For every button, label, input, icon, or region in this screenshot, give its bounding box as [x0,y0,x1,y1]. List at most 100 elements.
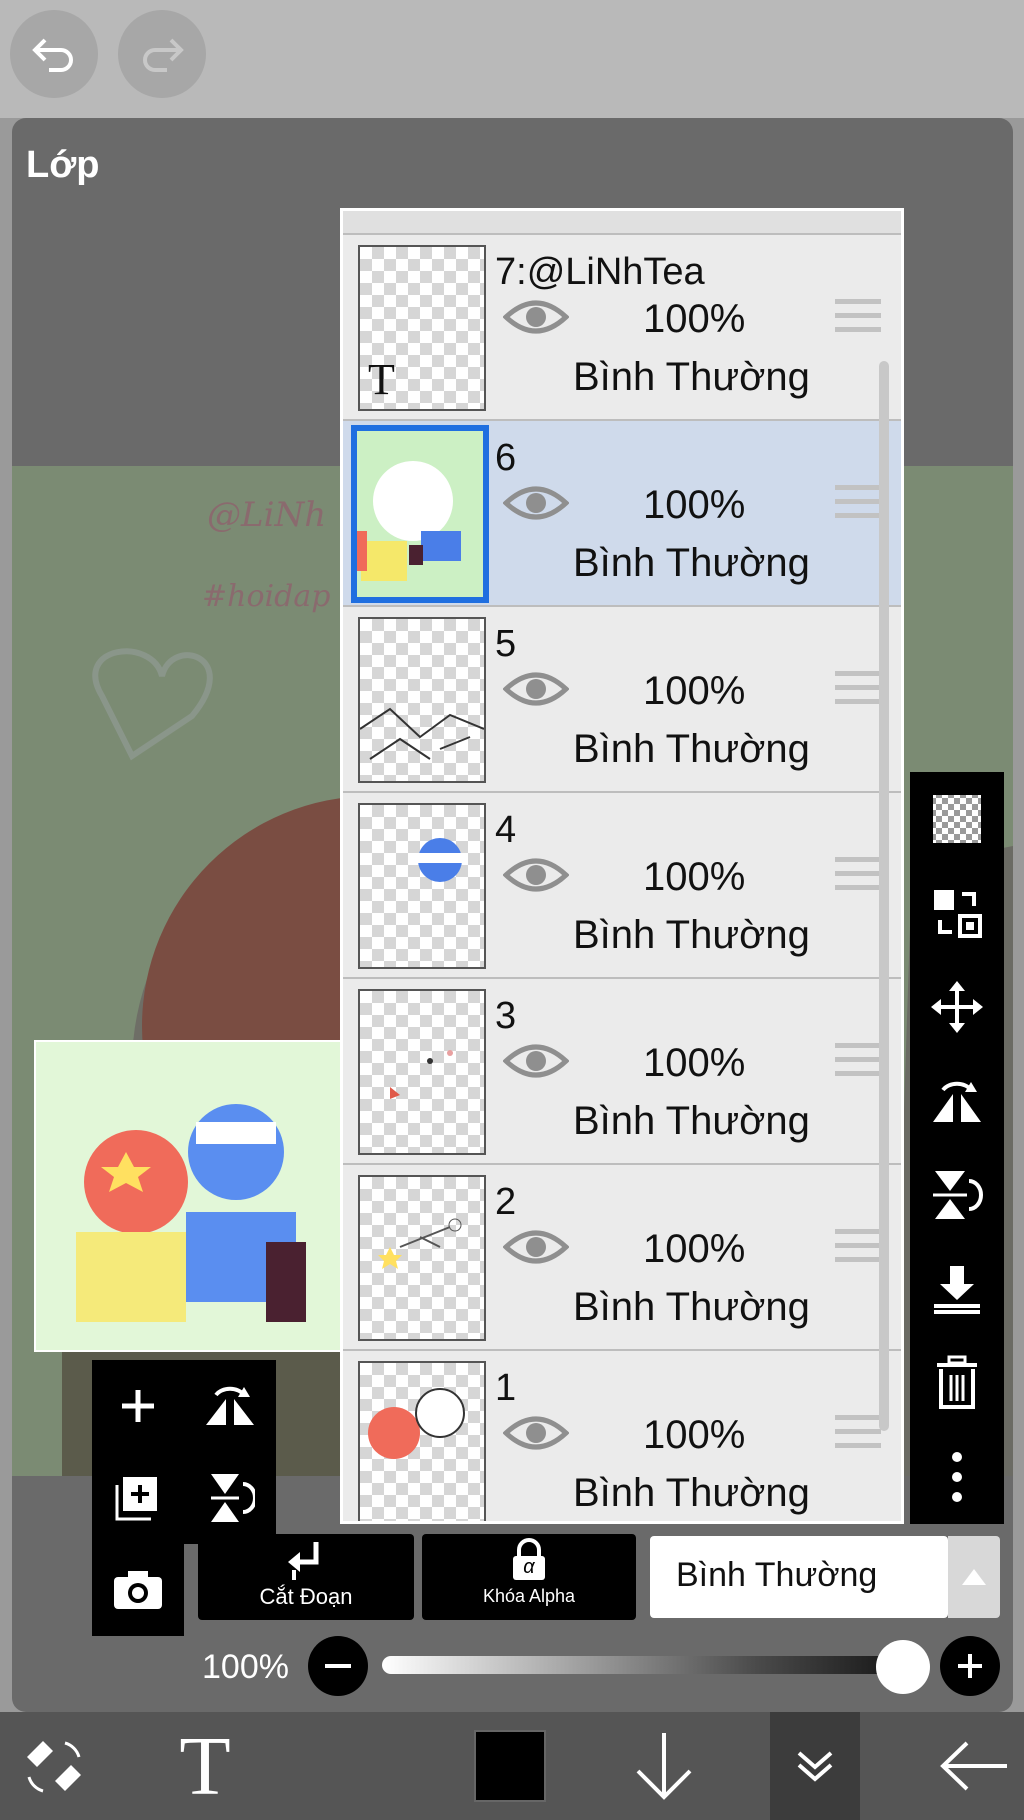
swap-layers-button[interactable] [910,866,1004,960]
layer-row[interactable]: 3 100% Bình Thường [343,979,901,1165]
layer-blend-mode: Bình Thường [573,913,810,957]
arrow-left-icon [940,1741,1007,1791]
layer-thumbnail[interactable] [351,425,489,603]
opacity-decrease-button[interactable] [308,1636,368,1696]
move-button[interactable] [910,960,1004,1054]
flip-vertical-icon [933,1171,983,1219]
visibility-eye-icon[interactable] [503,483,569,523]
flip-vertical-layer-button[interactable] [910,1148,1004,1242]
blend-mode-value: Bình Thường [676,1556,878,1594]
redo-icon [143,38,184,72]
flip-vertical-button[interactable] [184,1452,276,1544]
minus-icon [325,1664,351,1668]
layer-opacity: 100% [643,855,746,899]
drag-handle-icon[interactable] [835,1043,881,1085]
text-layer-glyph: T [368,355,395,404]
alpha-glyph: α [523,1556,535,1578]
delete-layer-button[interactable] [910,1336,1004,1430]
more-vertical-icon [952,1452,962,1502]
layer-opacity: 100% [643,1041,746,1085]
drag-handle-icon[interactable] [835,857,881,899]
layer-row[interactable]: 2 100% Bình Thường [343,1165,901,1351]
layer-list-scrollbar[interactable] [879,361,889,1431]
layer-tools-toolbar [910,772,1004,1524]
layer-thumbnail[interactable] [358,989,486,1155]
layer-row[interactable]: 4 100% Bình Thường [343,793,901,979]
layer-name: 3 [495,995,517,1037]
layer-row[interactable]: T 7:@LiNhTea 100% Bình Thường [343,235,901,421]
tool-switch-button[interactable] [0,1712,108,1820]
clipping-button[interactable]: Cắt Đoạn [198,1534,414,1620]
clip-label: Cắt Đoạn [259,1584,353,1609]
drag-handle-icon[interactable] [835,299,881,341]
undo-icon [32,38,73,72]
flip-vertical-icon [211,1474,255,1522]
duplicate-icon [115,1477,157,1521]
top-bar [0,0,1024,118]
layer-down-button[interactable] [620,1712,708,1820]
duplicate-layer-button[interactable] [92,1452,184,1544]
text-tool-button[interactable]: T [160,1712,250,1820]
opacity-slider-thumb[interactable] [876,1640,930,1694]
move-icon [931,981,983,1033]
drag-handle-icon[interactable] [835,1229,881,1271]
plus-icon [958,1654,982,1678]
canvas-watermark: @LiNh [207,495,326,535]
arrow-down-icon [636,1733,692,1800]
flip-horizontal-icon [206,1386,254,1425]
visibility-eye-icon[interactable] [503,297,569,337]
visibility-eye-icon[interactable] [503,669,569,709]
opacity-increase-button[interactable] [940,1636,1000,1696]
visibility-eye-icon[interactable] [503,1041,569,1081]
visibility-eye-icon[interactable] [503,1227,569,1267]
flip-horizontal-layer-button[interactable] [910,1054,1004,1148]
opacity-slider[interactable] [382,1656,918,1674]
merge-down-button[interactable] [910,1242,1004,1336]
drag-handle-icon[interactable] [835,485,881,527]
more-options-button[interactable] [910,1430,1004,1524]
layer-row[interactable]: 6 100% Bình Thường [343,421,901,607]
layer-opacity: 100% [643,297,746,341]
swap-icon [934,890,982,938]
preview-artwork [36,1042,342,1350]
drag-handle-icon[interactable] [835,671,881,713]
collapse-panel-button[interactable] [770,1712,860,1820]
layer-blend-mode: Bình Thường [573,355,810,399]
layer-thumbnail[interactable] [358,1361,486,1521]
layer-thumbnail[interactable] [358,1175,486,1341]
alpha-lock-label: Khóa Alpha [482,1586,576,1606]
blend-mode-select[interactable]: Bình Thường [650,1536,948,1618]
blend-mode-dropdown-toggle[interactable] [948,1536,1000,1618]
bottom-toolbar: T [0,1712,1024,1820]
undo-button[interactable] [10,10,98,98]
camera-button[interactable] [92,1544,184,1636]
opacity-label: 100% [202,1648,289,1686]
layer-thumbnail[interactable]: T [358,245,486,411]
redo-button[interactable] [118,10,206,98]
layer-name: 5 [495,623,517,665]
flip-horizontal-button[interactable] [184,1360,276,1452]
back-button[interactable] [924,1712,1024,1820]
layer-name: 1 [495,1367,517,1409]
merge-down-icon [934,1266,980,1314]
canvas-preview-thumbnail[interactable] [34,1040,344,1352]
visibility-eye-icon[interactable] [503,1413,569,1453]
eraser-brush-icon [27,1741,81,1793]
visibility-eye-icon[interactable] [503,855,569,895]
drag-handle-icon[interactable] [835,1415,881,1457]
color-picker-button[interactable] [468,1712,552,1820]
layer-blend-mode: Bình Thường [573,541,810,585]
alpha-lock-button[interactable]: α Khóa Alpha [422,1534,636,1620]
layer-list[interactable]: T 7:@LiNhTea 100% Bình Thường 6 100% Bình Thườ… [340,208,904,1524]
layer-row[interactable]: 1 100% Bình Thường [343,1351,901,1521]
current-color-swatch [474,1730,546,1802]
layer-thumbnail[interactable] [358,617,486,783]
double-chevron-down-icon [797,1751,833,1782]
trash-icon [937,1355,977,1409]
transparency-button[interactable] [910,772,1004,866]
layer-thumbnail[interactable] [358,803,486,969]
layer-row[interactable]: 5 100% Bình Thường [343,607,901,793]
layer-blend-mode: Bình Thường [573,1471,810,1515]
layer-blend-mode: Bình Thường [573,727,810,771]
add-layer-button[interactable] [92,1360,184,1452]
